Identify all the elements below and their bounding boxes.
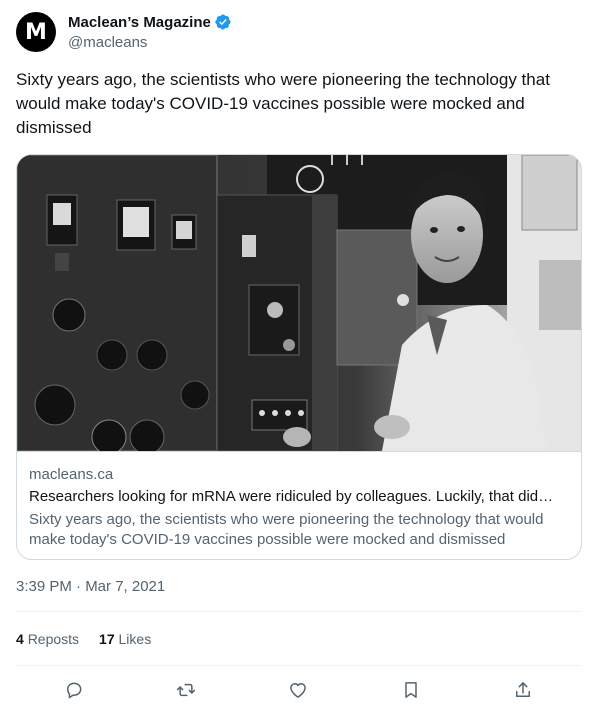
author-handle[interactable]: @macleans [68, 34, 147, 51]
repost-icon[interactable] [172, 676, 200, 704]
likes-label: Likes [118, 631, 152, 647]
like-icon[interactable] [284, 676, 312, 704]
card-description: Sixty years ago, the scientists who were… [29, 511, 544, 548]
tweet-text: Sixty years ago, the scientists who were… [16, 70, 550, 137]
tweet-actions [16, 676, 582, 704]
card-divider [17, 451, 581, 452]
card-domain: macleans.ca [29, 466, 114, 483]
avatar[interactable]: M [16, 12, 56, 52]
tweet-timestamp[interactable]: 3:39 PM · Mar 7, 2021 [16, 578, 165, 595]
likes-count: 17 [99, 631, 115, 647]
reply-icon[interactable] [60, 676, 88, 704]
divider [16, 665, 582, 666]
engagement-stats: 4 Reposts 17 Likes [16, 631, 151, 647]
tweet: M Maclean’s Magazine @macleans Sixty yea… [0, 0, 598, 713]
link-card[interactable]: macleans.ca Researchers looking for mRNA… [16, 154, 582, 560]
bookmark-icon[interactable] [397, 676, 425, 704]
verified-badge-icon [214, 13, 232, 31]
share-icon[interactable] [509, 676, 537, 704]
card-image [17, 155, 581, 451]
author-name-row: Maclean’s Magazine [68, 13, 232, 31]
reposts-label: Reposts [27, 631, 80, 647]
author-display-name[interactable]: Maclean’s Magazine [68, 14, 211, 31]
reposts-count: 4 [16, 631, 24, 647]
card-title: Researchers looking for mRNA were ridicu… [29, 488, 554, 505]
divider [16, 611, 582, 612]
reposts-stat[interactable]: 4 Reposts [16, 631, 79, 647]
likes-stat[interactable]: 17 Likes [99, 631, 151, 647]
